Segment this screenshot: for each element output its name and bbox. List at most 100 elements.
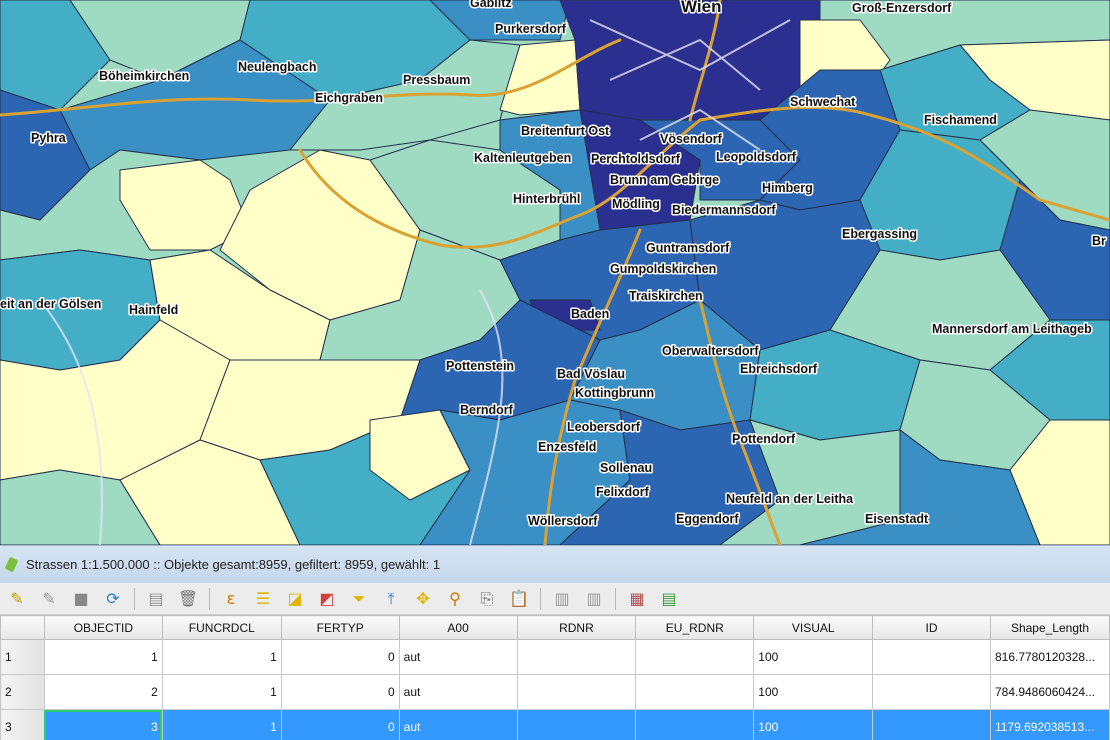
place-label: Pyhra: [31, 131, 67, 145]
table-cell-a00[interactable]: aut: [398, 639, 518, 675]
table-cell-eu-rdnr[interactable]: [635, 674, 755, 710]
table-cell-a00[interactable]: aut: [398, 709, 518, 740]
table-cell-fertyp[interactable]: 0: [280, 674, 400, 710]
table-cell-visual[interactable]: 100: [753, 674, 874, 710]
delete-icon[interactable]: 🗑: [177, 588, 199, 610]
paste-icon[interactable]: 📋: [508, 588, 530, 610]
field-calculator-icon[interactable]: ▦: [626, 588, 648, 610]
toolbar-separator: [134, 587, 135, 610]
invert-selection-glyph: ◪: [287, 588, 303, 608]
column-header-visual[interactable]: VISUAL: [753, 615, 874, 640]
zoom-to-selection-icon[interactable]: ⚲: [444, 588, 466, 610]
place-label: Vösendorf: [660, 132, 723, 146]
save-glyph: ■: [73, 588, 89, 608]
copy-glyph: ⎘: [480, 588, 494, 608]
corner-header[interactable]: [0, 615, 45, 640]
table-cell-a00[interactable]: aut: [398, 674, 518, 710]
table-cell-id[interactable]: [872, 639, 991, 675]
toolbar-separator: [615, 587, 616, 610]
zoom-to-selection-glyph: ⚲: [449, 588, 461, 608]
place-label: Himberg: [762, 181, 813, 195]
add-feature-icon[interactable]: ▤: [145, 588, 167, 610]
table-row[interactable]: 1 1 1 0 aut 100 816.7780120328...: [0, 639, 1110, 675]
place-label: Felixdorf: [596, 485, 650, 499]
table-cell-visual[interactable]: 100: [753, 709, 874, 740]
place-label: Wien: [681, 0, 721, 16]
attribute-grid[interactable]: OBJECTID FUNCRDCL FERTYP A00 RDNR EU_RDNR VISU…: [0, 615, 1110, 740]
table-cell-shape-length[interactable]: 1179.692038513...: [989, 709, 1110, 740]
table-cell-fertyp[interactable]: 0: [280, 639, 400, 675]
row-header[interactable]: 2: [0, 674, 45, 710]
filter-icon[interactable]: ⏷: [348, 588, 370, 610]
table-cell-id[interactable]: [872, 674, 991, 710]
table-cell-visual[interactable]: 100: [753, 639, 874, 675]
save-icon[interactable]: ■: [70, 588, 92, 610]
pan-to-selection-glyph: ✥: [416, 588, 430, 608]
select-all-icon[interactable]: ☰: [252, 588, 274, 610]
place-label: Kaltenleutgeben: [474, 151, 571, 165]
place-label: Guntramsdorf: [646, 241, 730, 255]
select-expression-icon[interactable]: ε: [220, 588, 242, 610]
table-cell-shape-length[interactable]: 816.7780120328...: [989, 639, 1110, 675]
place-label: Eisenstadt: [865, 512, 929, 526]
place-label: Leopoldsdorf: [716, 150, 797, 164]
reload-icon[interactable]: ⟳: [102, 588, 124, 610]
pan-to-selection-icon[interactable]: ✥: [412, 588, 434, 610]
delete-column-icon[interactable]: ▥: [583, 588, 605, 610]
place-label: Pressbaum: [403, 73, 470, 87]
invert-selection-icon[interactable]: ◪: [284, 588, 306, 610]
place-label: Groß-Enzersdorf: [852, 1, 952, 15]
table-cell-rdnr[interactable]: [516, 709, 637, 740]
choropleth-map: Wien Gablitz Purkersdorf Groß-Enzersdorf Böh…: [0, 0, 1110, 545]
place-label: Mannersdorf am Leithageb: [932, 322, 1092, 336]
edit-pencil-icon[interactable]: ✎: [6, 588, 28, 610]
toggle-edit-icon[interactable]: ✎: [38, 588, 60, 610]
column-header-funcrdcl[interactable]: FUNCRDCL: [161, 615, 282, 640]
table-cell-objectid[interactable]: 2: [43, 674, 163, 710]
copy-icon[interactable]: ⎘: [476, 588, 498, 610]
place-label: Wöllersdorf: [528, 514, 598, 528]
deselect-icon[interactable]: ◩: [316, 588, 338, 610]
delete-column-glyph: ▥: [586, 588, 602, 608]
table-cell-funcrdcl[interactable]: 1: [161, 639, 282, 675]
place-label: Pottendorf: [732, 432, 796, 446]
place-label: Schwechat: [790, 95, 856, 109]
move-top-icon[interactable]: ⤒: [380, 588, 402, 610]
attribute-table-toolbar: ✎ ✎ ■ ⟳ ▤ 🗑 ε ☰ ◪ ◩ ⏷ ⤒ ✥ ⚲ ⎘ 📋 ▥ ▥ ▦ ▤: [0, 583, 1110, 615]
new-column-glyph: ▥: [554, 588, 570, 608]
table-cell-rdnr[interactable]: [516, 639, 637, 675]
column-header-rdnr[interactable]: RDNR: [516, 615, 637, 640]
new-column-icon[interactable]: ▥: [551, 588, 573, 610]
map-canvas[interactable]: Wien Gablitz Purkersdorf Groß-Enzersdorf Böh…: [0, 0, 1110, 545]
edit-pencil-glyph: ✎: [10, 588, 24, 608]
table-row[interactable]: 3 3 1 0 aut 100 1179.692038513...: [0, 709, 1110, 740]
table-cell-eu-rdnr[interactable]: [635, 639, 755, 675]
table-cell-funcrdcl[interactable]: 1: [161, 674, 282, 710]
place-label: Gumpoldskirchen: [610, 262, 716, 276]
column-header-eu-rdnr[interactable]: EU_RDNR: [635, 615, 755, 640]
column-header-objectid[interactable]: OBJECTID: [43, 615, 163, 640]
table-cell-eu-rdnr[interactable]: [635, 709, 755, 740]
row-header[interactable]: 1: [0, 639, 45, 675]
place-label: Mödling: [612, 197, 660, 211]
column-header-shape-length[interactable]: Shape_Length: [989, 615, 1110, 640]
table-cell-fertyp[interactable]: 0: [280, 709, 400, 740]
place-label: Purkersdorf: [495, 22, 567, 36]
table-cell-objectid[interactable]: 1: [43, 639, 163, 675]
place-label: Gablitz: [470, 0, 512, 10]
conditional-format-icon[interactable]: ▤: [658, 588, 680, 610]
table-cell-shape-length[interactable]: 784.9486060424...: [989, 674, 1110, 710]
column-header-a00[interactable]: A00: [398, 615, 518, 640]
table-cell-rdnr[interactable]: [516, 674, 637, 710]
table-cell-funcrdcl[interactable]: 1: [161, 709, 282, 740]
column-header-fertyp[interactable]: FERTYP: [280, 615, 400, 640]
table-cell-id[interactable]: [872, 709, 991, 740]
place-label: Sollenau: [600, 461, 652, 475]
table-row[interactable]: 2 2 1 0 aut 100 784.9486060424...: [0, 674, 1110, 710]
column-header-id[interactable]: ID: [872, 615, 991, 640]
toggle-edit-glyph: ✎: [42, 588, 56, 608]
delete-glyph: 🗑: [177, 588, 199, 608]
place-label: Ebreichsdorf: [740, 362, 818, 376]
row-header[interactable]: 3: [0, 709, 45, 740]
table-cell-objectid[interactable]: 3: [43, 709, 163, 740]
